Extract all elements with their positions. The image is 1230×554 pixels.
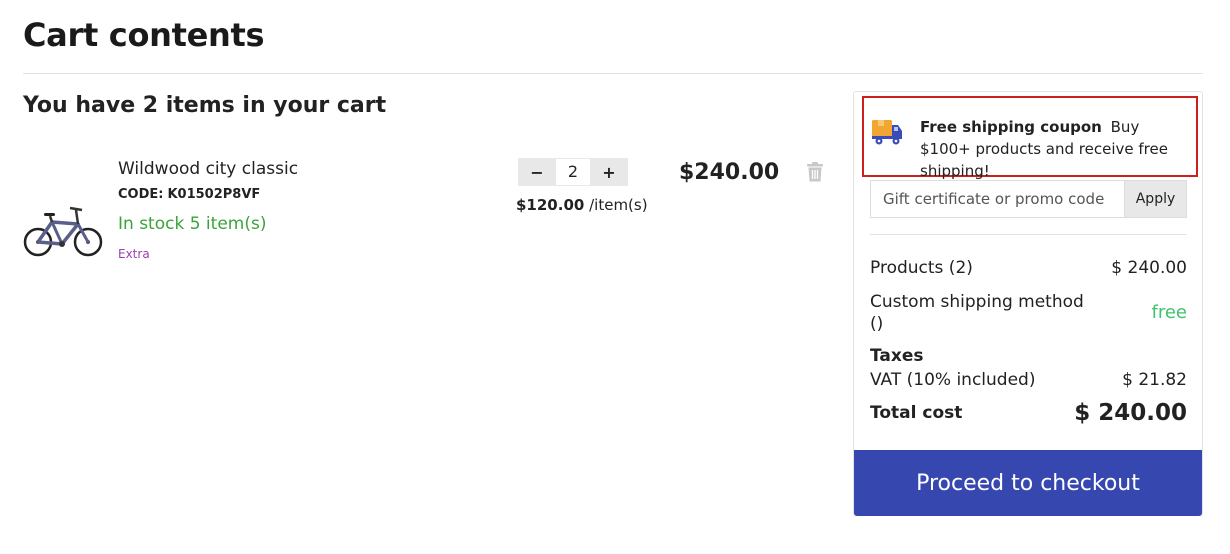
coupon-title: Free shipping coupon	[920, 118, 1102, 136]
vat-label: VAT (10% included)	[870, 370, 1036, 390]
taxes-label: Taxes	[870, 346, 924, 366]
product-name[interactable]: Wildwood city classic	[118, 159, 298, 179]
coupon-description: Free shipping coupon Buy $100+ products …	[920, 116, 1190, 182]
unit-price: $120.00 /item(s)	[516, 196, 648, 214]
summary-divider	[870, 234, 1187, 235]
unit-price-suffix: /item(s)	[589, 196, 648, 214]
free-shipping-coupon: Free shipping coupon Buy $100+ products …	[862, 96, 1198, 180]
extra-link[interactable]: Extra	[118, 247, 150, 261]
total-value: $ 240.00	[1074, 400, 1187, 426]
delivery-truck-icon	[870, 116, 904, 146]
quantity-input[interactable]: 2	[556, 158, 590, 186]
decrease-quantity-button[interactable]: −	[518, 158, 556, 186]
product-code: CODE: K01502P8VF	[118, 187, 260, 202]
title-divider	[23, 73, 1203, 74]
page-title: Cart contents	[23, 16, 265, 54]
promo-code-form: Apply	[870, 180, 1187, 218]
product-code-label: CODE:	[118, 187, 164, 202]
quantity-stepper: − 2 +	[518, 158, 628, 186]
order-summary: Free shipping coupon Buy $100+ products …	[853, 91, 1203, 516]
shipping-value: free	[1151, 302, 1188, 323]
stock-status: In stock 5 item(s)	[118, 214, 267, 234]
total-label: Total cost	[870, 403, 963, 423]
proceed-to-checkout-button[interactable]: Proceed to checkout	[854, 450, 1202, 516]
promo-code-input[interactable]	[870, 180, 1124, 218]
vat-value: $ 21.82	[1122, 370, 1187, 390]
taxes-heading: Taxes	[870, 346, 1187, 366]
increase-quantity-button[interactable]: +	[590, 158, 628, 186]
shipping-label: Custom shipping method ()	[870, 292, 1084, 334]
line-total: $240.00	[679, 160, 780, 185]
unit-price-amount: $120.00	[516, 196, 585, 214]
total-row: Total cost $ 240.00	[870, 400, 1187, 426]
bicycle-icon[interactable]	[22, 198, 104, 262]
products-label: Products (2)	[870, 258, 973, 278]
trash-icon[interactable]	[806, 162, 824, 182]
products-row: Products (2) $ 240.00	[870, 258, 1187, 278]
cart-heading: You have 2 items in your cart	[23, 93, 387, 118]
apply-button[interactable]: Apply	[1124, 180, 1187, 218]
vat-row: VAT (10% included) $ 21.82	[870, 370, 1187, 390]
shipping-row: Custom shipping method () free	[870, 291, 1187, 335]
product-code-value: K01502P8VF	[167, 187, 261, 202]
products-value: $ 240.00	[1111, 258, 1187, 278]
